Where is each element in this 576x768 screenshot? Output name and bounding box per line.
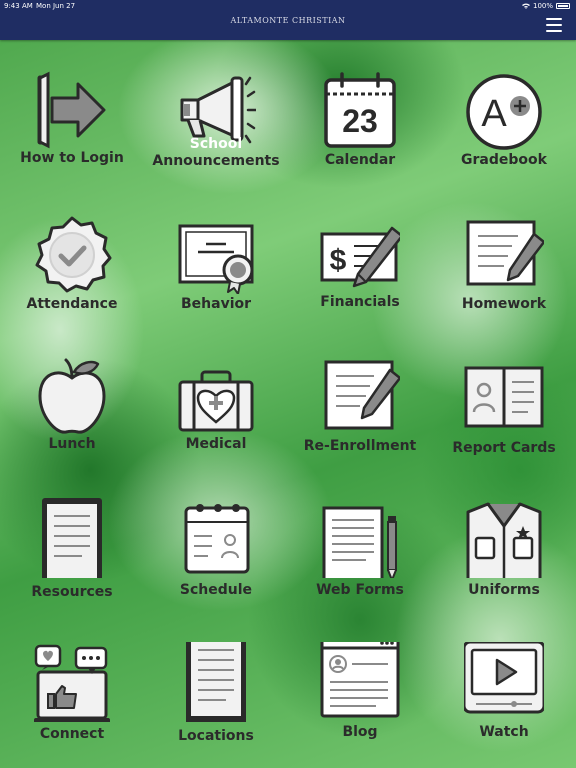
tile-uniforms[interactable]: Uniforms (432, 476, 576, 618)
tile-label: Gradebook (461, 152, 547, 168)
document-pencil-icon (324, 360, 400, 430)
tile-financials[interactable]: $ Financials (288, 192, 432, 334)
status-right: 100% (521, 2, 570, 10)
tile-attendance[interactable]: Attendance (0, 192, 144, 334)
tile-label: Attendance (26, 296, 118, 312)
battery-icon (556, 3, 570, 9)
web-form-icon (322, 506, 397, 578)
tile-label: Calendar (324, 152, 396, 168)
tile-medical[interactable]: Medical (144, 334, 288, 476)
dollar-check-icon: $ (320, 226, 400, 288)
tile-behavior[interactable]: Behavior (144, 192, 288, 334)
tile-label: Re-Enrollment (303, 438, 417, 454)
tile-label: Watch (479, 724, 529, 740)
tile-label: Web Forms (316, 582, 404, 598)
tile-connect[interactable]: Connect (0, 620, 144, 762)
calendar-day: 23 (342, 103, 378, 139)
tile-label-line1: School (189, 136, 243, 152)
tile-label: Financials (320, 294, 400, 310)
tile-locations[interactable]: Locations (144, 620, 288, 762)
tile-label: Uniforms (468, 582, 540, 598)
medical-kit-icon (178, 370, 254, 432)
tile-re-enrollment[interactable]: Re-Enrollment (288, 334, 432, 476)
status-time: 9:43 AM (4, 2, 33, 10)
tile-label: Locations (178, 728, 254, 744)
uniform-shirt-icon (466, 502, 542, 578)
hamburger-menu-icon[interactable] (546, 18, 562, 32)
battery-percent: 100% (532, 2, 553, 10)
schedule-icon (184, 504, 250, 574)
tile-homework[interactable]: Homework (432, 192, 576, 334)
tablet-icon (42, 498, 102, 578)
a-plus-grade-icon: A (466, 74, 542, 150)
blog-window-icon (320, 642, 400, 718)
calendar-icon: 23 (324, 72, 396, 148)
status-date: Mon Jun 27 (36, 2, 76, 10)
tile-lunch[interactable]: Lunch (0, 334, 144, 476)
report-card-icon (464, 366, 544, 428)
tile-label: Medical (185, 436, 247, 452)
status-bar: 9:43 AM Mon Jun 27 100% (0, 0, 576, 12)
wifi-icon (521, 3, 530, 9)
tile-calendar[interactable]: 23 Calendar (288, 48, 432, 190)
tile-web-forms[interactable]: Web Forms (288, 476, 432, 618)
tile-label: Lunch (48, 436, 96, 452)
tile-label: Homework (461, 296, 547, 312)
checkmark-badge-icon (35, 216, 112, 293)
tile-label: Resources (31, 584, 113, 600)
app-title: ALTAMONTE CHRISTIAN (230, 16, 346, 25)
tile-label-line2: Announcements (152, 153, 280, 169)
tile-label: Schedule (179, 582, 253, 598)
tile-report-cards[interactable]: Report Cards (432, 334, 576, 476)
tile-how-to-login[interactable]: How to Login (0, 48, 144, 190)
tile-school-announcements[interactable]: School Announcements (144, 48, 288, 190)
social-connect-icon (34, 644, 110, 722)
tile-resources[interactable]: Resources (0, 476, 144, 618)
tile-gradebook[interactable]: A Gradebook (432, 48, 576, 190)
dollar-sign: $ (330, 244, 347, 277)
tile-schedule[interactable]: Schedule (144, 476, 288, 618)
login-arrow-icon (37, 71, 106, 149)
apple-icon (38, 358, 106, 434)
video-play-icon (464, 642, 544, 714)
homework-pencil-icon (466, 220, 544, 286)
tile-label: Behavior (180, 296, 252, 312)
tile-watch[interactable]: Watch (432, 620, 576, 762)
tile-label: Report Cards (452, 440, 556, 456)
grade-letter: A (481, 93, 507, 135)
locations-tablet-icon (186, 642, 246, 722)
tile-label: Connect (39, 726, 105, 742)
tile-blog[interactable]: Blog (288, 620, 432, 762)
tile-label: How to Login (20, 150, 124, 166)
tile-label: Blog (342, 724, 378, 740)
certificate-icon (178, 224, 254, 294)
